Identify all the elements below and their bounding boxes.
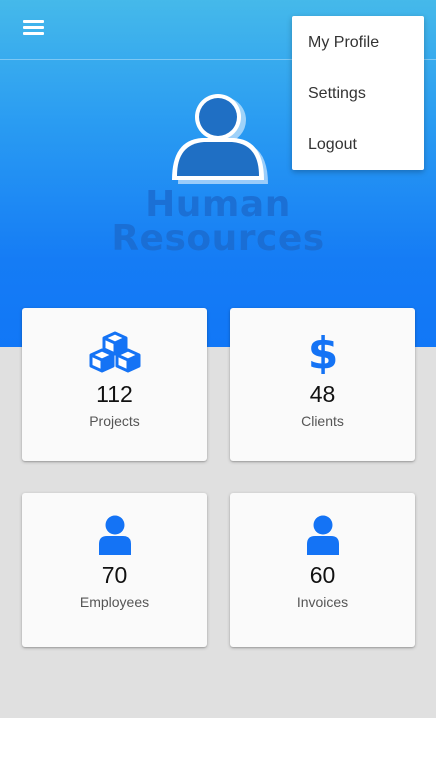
projects-count: 112 bbox=[96, 381, 133, 407]
user-logo-icon bbox=[172, 94, 268, 184]
menu-item-my-profile[interactable]: My Profile bbox=[292, 16, 424, 67]
logo-title-line1: Human bbox=[145, 184, 291, 225]
clients-label: Clients bbox=[301, 413, 344, 429]
employees-label: Employees bbox=[79, 594, 150, 610]
menu-item-logout[interactable]: Logout bbox=[292, 118, 424, 169]
svg-text:$: $ bbox=[308, 328, 338, 374]
clients-count: 48 bbox=[309, 381, 336, 407]
user-icon bbox=[230, 493, 415, 555]
invoices-count: 60 bbox=[309, 562, 336, 588]
projects-label: Projects bbox=[89, 413, 140, 429]
card-clients[interactable]: $ 48 Clients bbox=[230, 308, 415, 461]
overflow-dropdown-menu: My Profile Settings Logout bbox=[292, 16, 424, 170]
menu-item-settings[interactable]: Settings bbox=[292, 67, 424, 118]
cubes-icon bbox=[22, 308, 207, 374]
user-icon bbox=[22, 493, 207, 555]
card-employees[interactable]: 70 Employees bbox=[22, 493, 207, 647]
card-invoices[interactable]: 60 Invoices bbox=[230, 493, 415, 647]
logo-title-line2: Resources bbox=[111, 218, 325, 259]
card-projects[interactable]: 112 Projects bbox=[22, 308, 207, 461]
employees-count: 70 bbox=[101, 562, 128, 588]
dollar-icon: $ bbox=[230, 308, 415, 374]
invoices-label: Invoices bbox=[296, 594, 349, 610]
hamburger-menu-icon[interactable] bbox=[22, 20, 46, 40]
